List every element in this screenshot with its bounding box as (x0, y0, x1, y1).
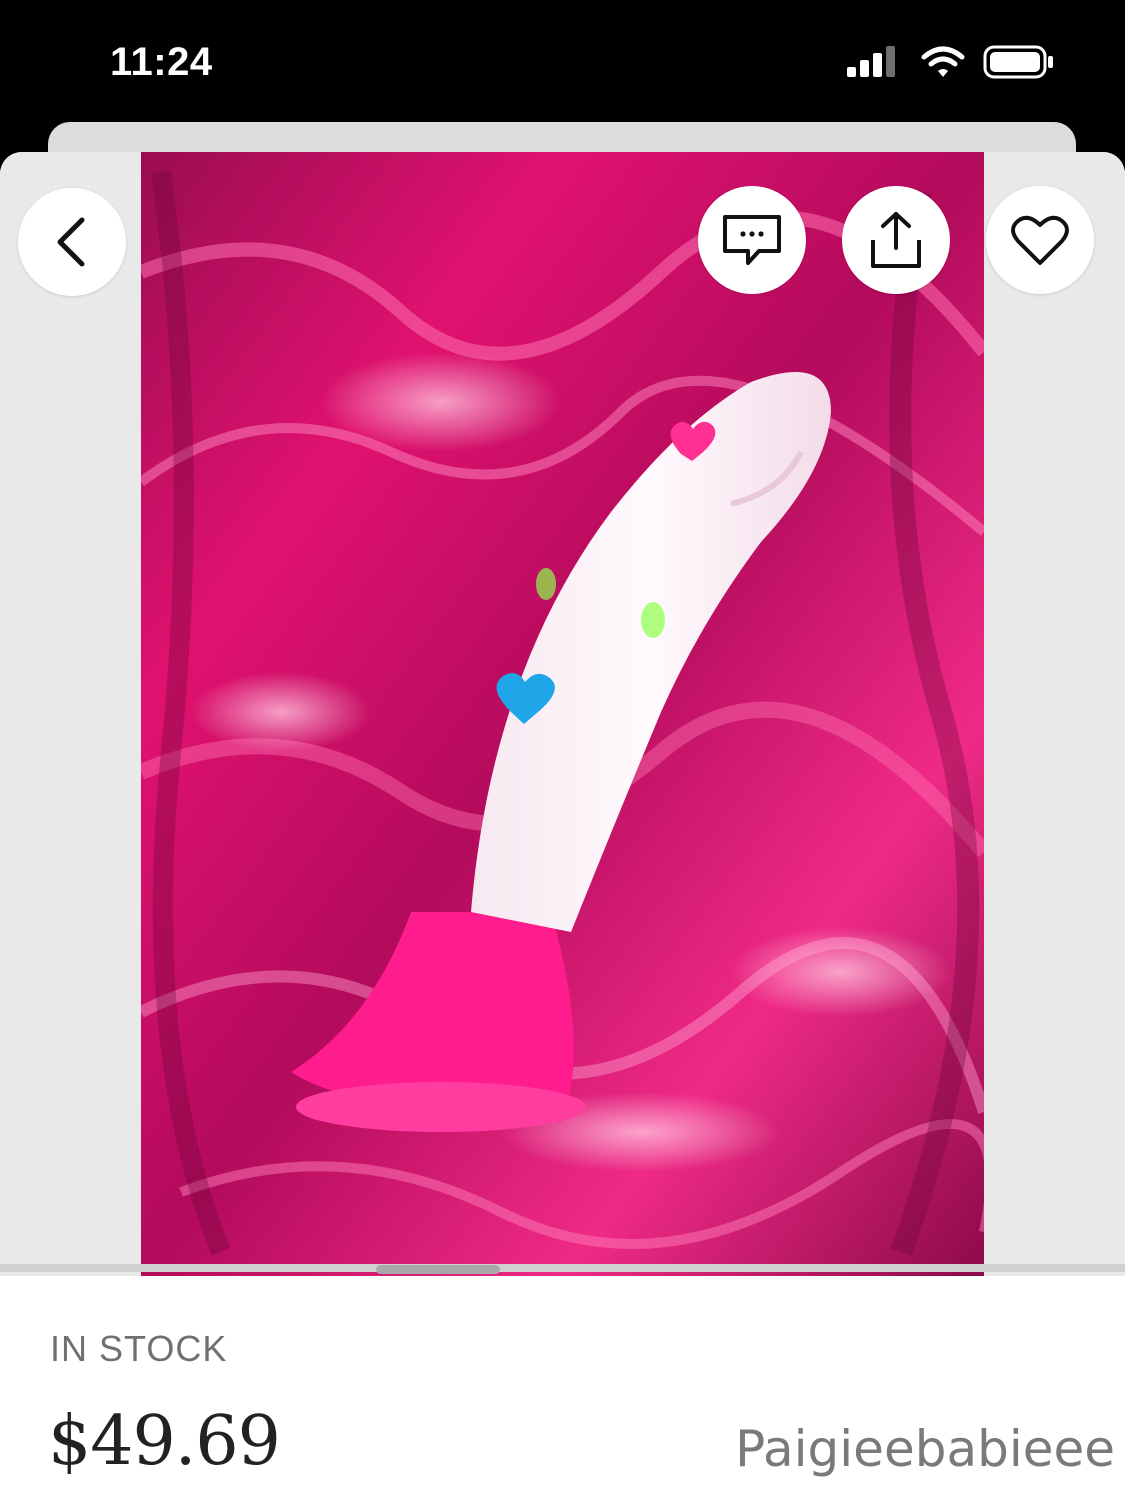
message-button[interactable] (698, 186, 806, 294)
favorite-button[interactable] (986, 186, 1094, 294)
wifi-icon (921, 46, 965, 77)
message-bubble-icon (723, 215, 781, 265)
product-price: $49.69 (48, 1402, 281, 1481)
product-image (141, 152, 984, 1276)
status-icons (847, 44, 1055, 80)
battery-icon (983, 45, 1053, 79)
image-gallery[interactable] (0, 152, 1125, 1276)
status-time: 11:24 (110, 40, 213, 84)
cellular-signal-icon (847, 46, 895, 77)
product-sheet: IN STOCK $49.69 Paigieebabieee (0, 152, 1125, 1508)
stock-status: IN STOCK (50, 1328, 228, 1369)
heart-outline-icon (1011, 215, 1069, 265)
share-button[interactable] (842, 186, 950, 294)
back-button[interactable] (18, 188, 126, 296)
seller-name[interactable]: Paigieebabieee (735, 1420, 1115, 1478)
gallery-divider (0, 1264, 1125, 1272)
gallery-scroll-indicator (376, 1265, 500, 1274)
chevron-left-icon (57, 217, 85, 267)
share-icon (871, 212, 921, 268)
status-bar: 11:24 (0, 0, 1125, 125)
